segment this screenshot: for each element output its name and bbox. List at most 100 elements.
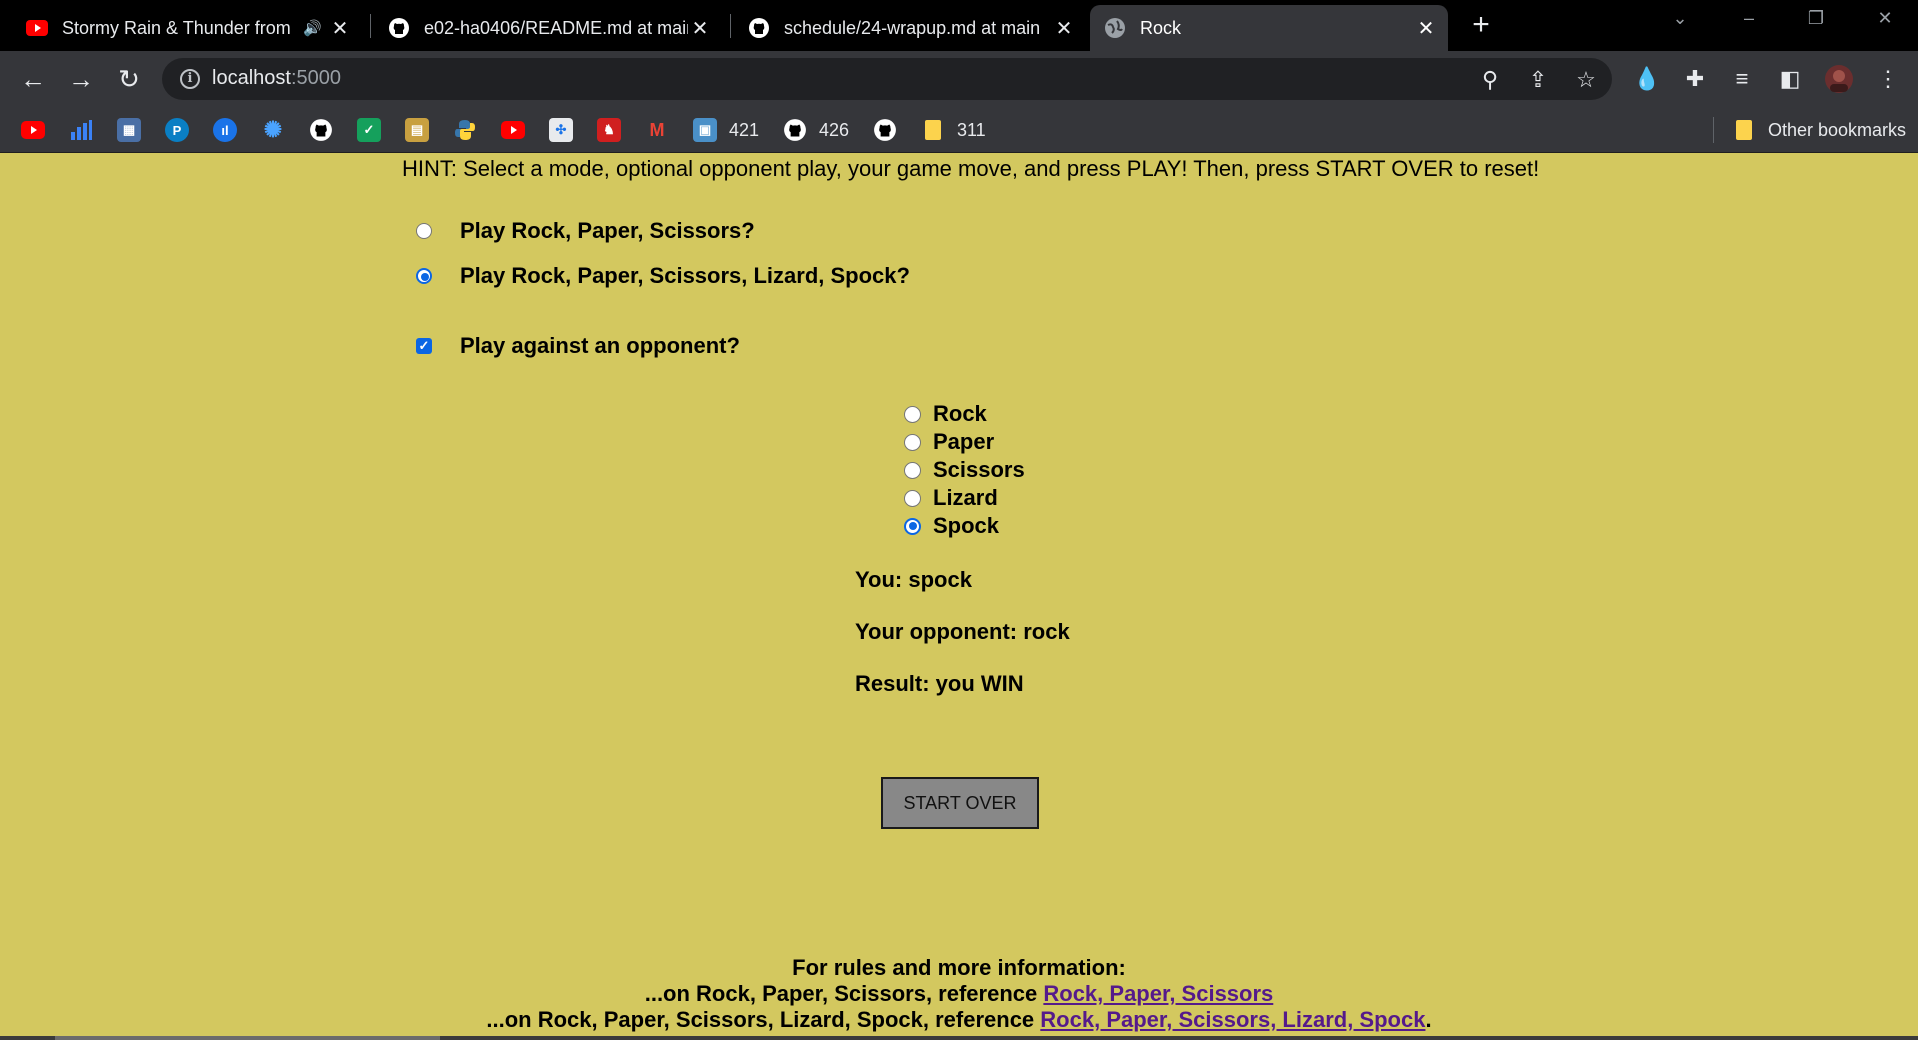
github-icon bbox=[783, 118, 807, 142]
rules-line-rps: ...on Rock, Paper, Scissors, reference R… bbox=[0, 981, 1918, 1007]
menu-icon[interactable]: ⋮ bbox=[1873, 64, 1903, 94]
building-icon: ▦ bbox=[117, 118, 141, 142]
rules-heading: For rules and more information: bbox=[792, 955, 1126, 980]
site-info-icon[interactable]: i bbox=[180, 69, 200, 89]
bookmark-puzzle[interactable]: ✣ bbox=[549, 118, 573, 142]
store-icon: ▤ bbox=[405, 118, 429, 142]
mode-option-rpsls[interactable]: Play Rock, Paper, Scissors, Lizard, Spoc… bbox=[416, 263, 910, 289]
youtube-icon bbox=[26, 17, 48, 39]
move-rock[interactable]: Rock bbox=[904, 400, 1025, 428]
bookmark-label: 311 bbox=[957, 119, 986, 140]
gmail-icon: M bbox=[649, 119, 665, 140]
move-paper[interactable]: Paper bbox=[904, 428, 1025, 456]
game-result: Result: you WIN bbox=[855, 671, 1024, 696]
speaker-icon[interactable]: 🔊 bbox=[303, 19, 322, 37]
move-label: Scissors bbox=[933, 457, 1025, 482]
tab-schedule[interactable]: schedule/24-wrapup.md at main ✕ bbox=[734, 5, 1086, 51]
move-label: Rock bbox=[933, 401, 987, 426]
forward-button[interactable]: → bbox=[65, 63, 97, 95]
move-radio-spock[interactable] bbox=[904, 517, 921, 535]
extensions-icon[interactable]: ✚ bbox=[1680, 64, 1710, 94]
close-tab-icon[interactable]: ✕ bbox=[688, 16, 712, 40]
move-options: Rock Paper Scissors Lizard Spock bbox=[904, 400, 1025, 540]
horse-icon: ♞ bbox=[597, 118, 621, 142]
other-bookmarks[interactable]: Other bookmarks bbox=[1732, 118, 1906, 142]
bookmark-horse[interactable]: ♞ bbox=[597, 118, 621, 142]
minimize-icon[interactable]: – bbox=[1734, 8, 1764, 29]
zoom-icon[interactable]: ⚲ bbox=[1477, 67, 1503, 93]
bookmark-star-icon[interactable]: ☆ bbox=[1573, 67, 1599, 93]
bookmark-youtube[interactable] bbox=[21, 118, 45, 142]
move-scissors[interactable]: Scissors bbox=[904, 456, 1025, 484]
opponent-option[interactable]: ✓ Play against an opponent? bbox=[416, 333, 740, 359]
tab-rock-active[interactable]: Rock ✕ bbox=[1090, 5, 1448, 51]
media-controls-icon[interactable]: ≡ bbox=[1727, 64, 1757, 94]
checkmark-icon: ✓ bbox=[357, 118, 381, 142]
move-radio-rock[interactable] bbox=[904, 405, 921, 423]
opponent-checkbox[interactable]: ✓ bbox=[416, 338, 432, 354]
move-radio-scissors[interactable] bbox=[904, 461, 921, 479]
rules-prefix: ...on Rock, Paper, Scissors, Lizard, Spo… bbox=[486, 1007, 1035, 1032]
mode-label-rps: Play Rock, Paper, Scissors? bbox=[460, 218, 755, 243]
youtube-icon bbox=[501, 118, 525, 142]
tab-search-icon[interactable]: ⌄ bbox=[1665, 8, 1695, 29]
move-lizard[interactable]: Lizard bbox=[904, 484, 1025, 512]
mode-label-rpsls: Play Rock, Paper, Scissors, Lizard, Spoc… bbox=[460, 263, 910, 288]
bar-chart-icon bbox=[69, 118, 93, 142]
move-radio-lizard[interactable] bbox=[904, 489, 921, 507]
bookmark-gmail[interactable]: M bbox=[645, 118, 669, 142]
close-tab-icon[interactable]: ✕ bbox=[1414, 16, 1438, 40]
bookmark-311[interactable]: 311 bbox=[921, 118, 986, 142]
bookmark-pearson[interactable]: P bbox=[165, 118, 189, 142]
reload-button[interactable]: ↻ bbox=[113, 63, 145, 95]
mode-radio-rpsls[interactable] bbox=[416, 268, 432, 284]
rps-link[interactable]: Rock, Paper, Scissors bbox=[1043, 981, 1273, 1006]
move-spock[interactable]: Spock bbox=[904, 512, 1025, 540]
rpsls-link[interactable]: Rock, Paper, Scissors, Lizard, Spock bbox=[1040, 1007, 1425, 1032]
close-tab-icon[interactable]: ✕ bbox=[328, 16, 352, 40]
bookmark-421[interactable]: ▣ 421 bbox=[693, 118, 759, 142]
bookmark-store[interactable]: ▤ bbox=[405, 118, 429, 142]
drop-extension-icon[interactable]: 💧 bbox=[1632, 64, 1662, 94]
new-tab-button[interactable]: + bbox=[1466, 10, 1496, 40]
bookmark-youtube-2[interactable] bbox=[501, 118, 525, 142]
page-content: HINT: Select a mode, optional opponent p… bbox=[0, 154, 1918, 1040]
bookmark-426[interactable]: 426 bbox=[783, 118, 849, 142]
address-bar[interactable]: i localhost:5000 ⚲ ⇪ ☆ bbox=[162, 58, 1612, 100]
tab-title: Rock bbox=[1140, 17, 1182, 38]
tab-readme[interactable]: e02-ha0406/README.md at main ✕ bbox=[374, 5, 722, 51]
horizontal-scrollbar[interactable] bbox=[0, 1036, 1918, 1040]
bookmark-divider bbox=[1713, 117, 1714, 143]
browser-toolbar: ← → ↻ i localhost:5000 ⚲ ⇪ ☆ 💧 ✚ ≡ ◧ ⋮ bbox=[0, 51, 1918, 107]
start-over-button[interactable]: START OVER bbox=[881, 777, 1039, 829]
url-text[interactable]: localhost:5000 bbox=[212, 67, 341, 90]
avatar[interactable] bbox=[1824, 64, 1854, 94]
bookmark-gear[interactable]: ✺ bbox=[261, 117, 285, 142]
share-icon[interactable]: ⇪ bbox=[1525, 67, 1551, 93]
mode-radio-rps[interactable] bbox=[416, 223, 432, 239]
youtube-icon bbox=[21, 118, 45, 142]
rules-footer: For rules and more information: ...on Ro… bbox=[0, 955, 1918, 1033]
window-close-icon[interactable]: ✕ bbox=[1870, 8, 1900, 29]
back-button[interactable]: ← bbox=[17, 63, 49, 95]
tab-stormy-rain[interactable]: Stormy Rain & Thunder from 🔊 ✕ bbox=[12, 5, 362, 51]
bookmark-stats[interactable]: ıl bbox=[213, 118, 237, 142]
side-panel-icon[interactable]: ◧ bbox=[1775, 64, 1805, 94]
tab-title: Stormy Rain & Thunder from bbox=[62, 17, 291, 38]
close-tab-icon[interactable]: ✕ bbox=[1052, 16, 1076, 40]
restore-icon[interactable]: ❐ bbox=[1801, 8, 1831, 29]
bookmark-github-2[interactable] bbox=[873, 118, 897, 142]
bookmark-label: 421 bbox=[729, 119, 760, 140]
github-icon bbox=[748, 17, 770, 39]
bookmark-building[interactable]: ▦ bbox=[117, 118, 141, 142]
bookmark-python[interactable] bbox=[453, 118, 477, 142]
bookmark-github[interactable] bbox=[309, 118, 333, 142]
rules-prefix: ...on Rock, Paper, Scissors, reference bbox=[644, 981, 1038, 1006]
bookmark-grammar[interactable]: ✓ bbox=[357, 118, 381, 142]
bookmark-analytics[interactable] bbox=[69, 118, 93, 142]
move-radio-paper[interactable] bbox=[904, 433, 921, 451]
scrollbar-thumb[interactable] bbox=[55, 1036, 440, 1040]
hint-text: HINT: Select a mode, optional opponent p… bbox=[402, 156, 1540, 181]
mode-option-rps[interactable]: Play Rock, Paper, Scissors? bbox=[416, 218, 755, 244]
your-move: You: spock bbox=[855, 567, 972, 592]
